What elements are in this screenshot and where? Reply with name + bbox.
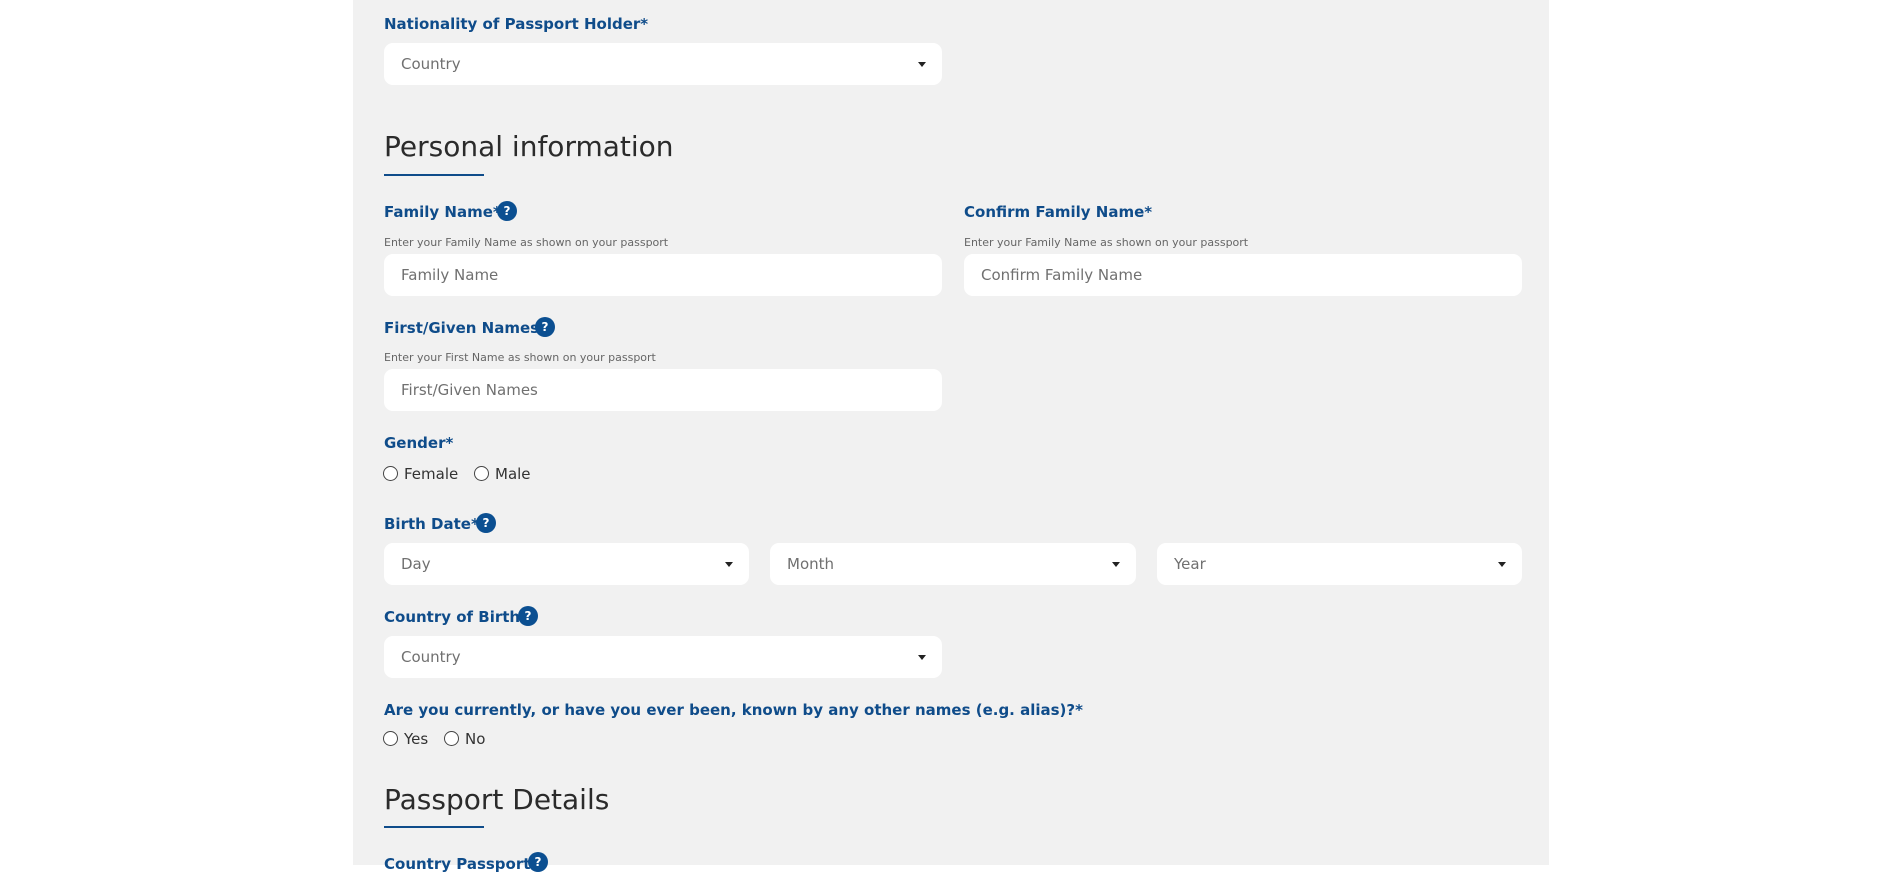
family-name-help-icon[interactable]: ? <box>497 201 517 221</box>
family-name-input[interactable]: Family Name <box>384 254 942 296</box>
first-names-help-icon[interactable]: ? <box>535 317 555 337</box>
country-passport-label: Country Passport* <box>384 855 539 873</box>
first-names-input[interactable]: First/Given Names <box>384 369 942 411</box>
gender-female-label[interactable]: Female <box>404 465 458 483</box>
confirm-family-name-input[interactable]: Confirm Family Name <box>964 254 1522 296</box>
family-name-label: Family Name* <box>384 203 501 221</box>
first-names-placeholder: First/Given Names <box>401 381 538 399</box>
nationality-label: Nationality of Passport Holder* <box>384 15 649 33</box>
caret-down-icon <box>725 562 733 567</box>
caret-down-icon <box>918 655 926 660</box>
nationality-select-value: Country <box>401 55 461 73</box>
passport-details-heading: Passport Details <box>384 783 610 816</box>
family-name-placeholder: Family Name <box>401 266 499 284</box>
alias-no-label[interactable]: No <box>465 730 485 748</box>
alias-yes-label[interactable]: Yes <box>404 730 428 748</box>
section-underline <box>384 174 484 176</box>
country-of-birth-label: Country of Birth* <box>384 608 528 626</box>
caret-down-icon <box>1498 562 1506 567</box>
country-passport-help-icon[interactable]: ? <box>528 852 548 872</box>
personal-information-heading: Personal information <box>384 130 674 163</box>
birth-year-select[interactable]: Year <box>1157 543 1522 585</box>
birth-date-label: Birth Date* <box>384 515 479 533</box>
section-underline <box>384 826 484 828</box>
nationality-select[interactable]: Country <box>384 43 942 85</box>
birth-day-select[interactable]: Day <box>384 543 749 585</box>
alias-yes-radio[interactable] <box>383 731 398 746</box>
country-of-birth-value: Country <box>401 648 461 666</box>
birth-month-select[interactable]: Month <box>770 543 1136 585</box>
gender-label: Gender* <box>384 434 454 452</box>
gender-male-label[interactable]: Male <box>495 465 531 483</box>
country-of-birth-help-icon[interactable]: ? <box>518 606 538 626</box>
alias-question-label: Are you currently, or have you ever been… <box>384 701 1083 719</box>
confirm-family-name-hint: Enter your Family Name as shown on your … <box>964 236 1249 249</box>
caret-down-icon <box>1112 562 1120 567</box>
birth-month-value: Month <box>787 555 835 573</box>
birth-day-value: Day <box>401 555 431 573</box>
family-name-hint: Enter your Family Name as shown on your … <box>384 236 669 249</box>
alias-no-radio[interactable] <box>444 731 459 746</box>
caret-down-icon <box>918 62 926 67</box>
birth-date-help-icon[interactable]: ? <box>476 513 496 533</box>
first-names-label: First/Given Names* <box>384 319 547 337</box>
confirm-family-name-placeholder: Confirm Family Name <box>981 266 1143 284</box>
gender-female-radio[interactable] <box>383 466 398 481</box>
first-names-hint: Enter your First Name as shown on your p… <box>384 351 656 364</box>
country-of-birth-select[interactable]: Country <box>384 636 942 678</box>
gender-male-radio[interactable] <box>474 466 489 481</box>
confirm-family-name-label: Confirm Family Name* <box>964 203 1153 221</box>
birth-year-value: Year <box>1174 555 1206 573</box>
